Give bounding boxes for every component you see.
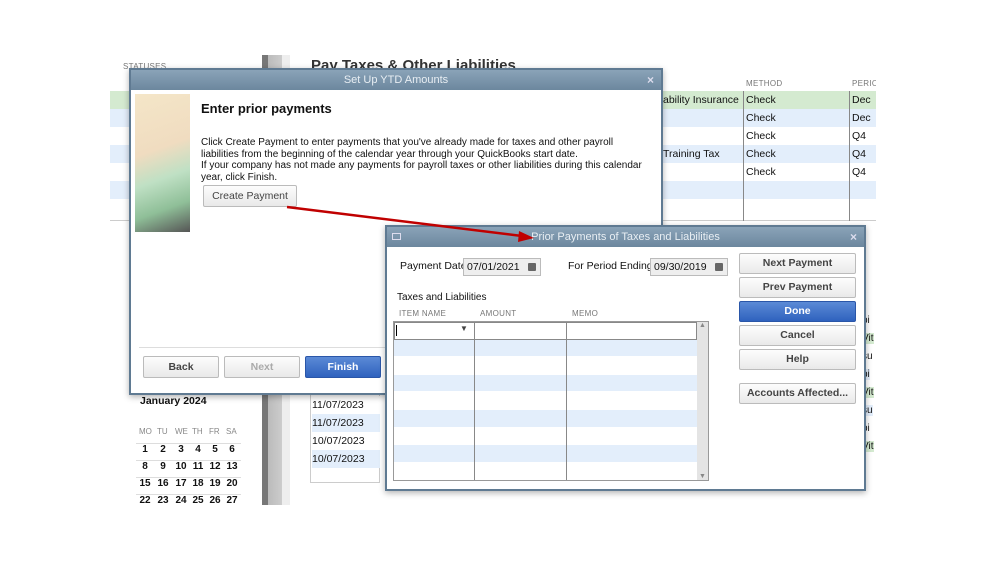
arrow-head xyxy=(518,231,534,242)
arrow-line xyxy=(286,205,523,238)
annotation-arrow xyxy=(286,205,534,242)
